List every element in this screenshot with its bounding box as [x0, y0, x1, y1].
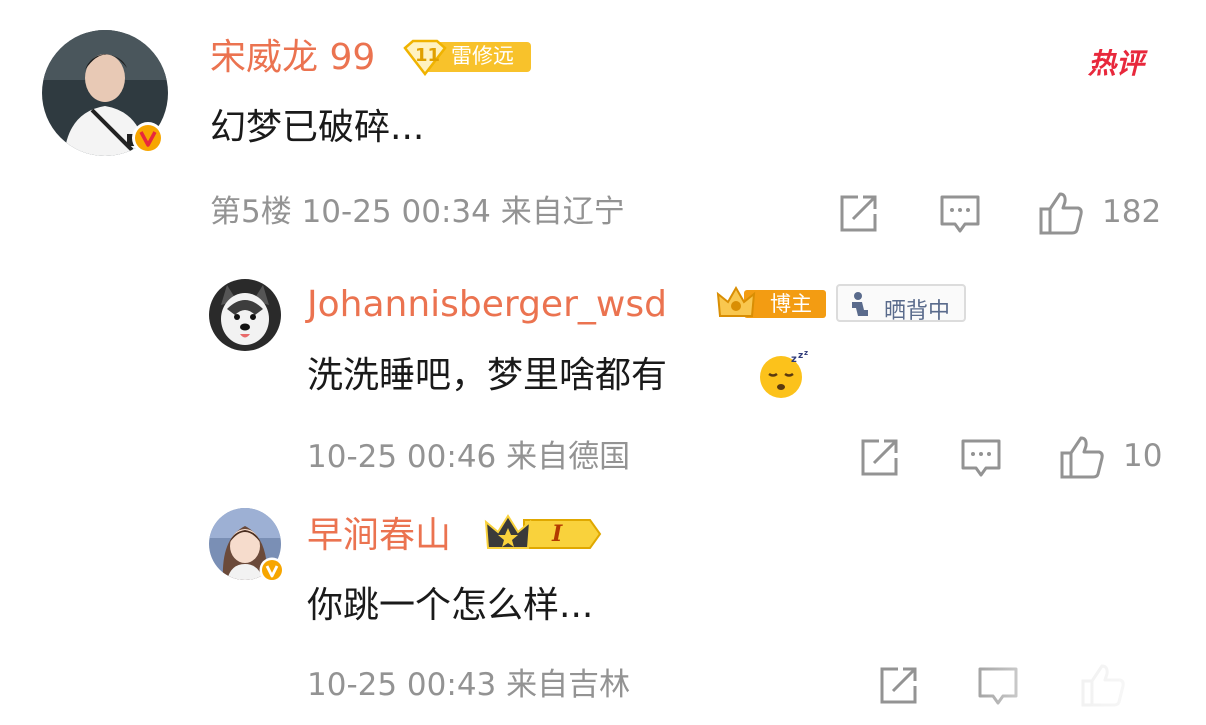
thumbs-up-icon [1039, 192, 1083, 235]
fan-badge-label: 雷修远 [451, 44, 514, 68]
svg-text:z: z [804, 350, 808, 357]
comment-text: 幻梦已破碎... [210, 107, 425, 148]
like-button[interactable]: 182 [1038, 190, 1168, 238]
share-icon[interactable] [857, 436, 901, 480]
like-count: 182 [1102, 194, 1162, 230]
share-icon[interactable] [876, 664, 920, 708]
comment-meta: 第5楼 10-25 00:34 来自辽宁 [210, 194, 625, 230]
username[interactable]: Johannisberger_wsd [307, 287, 667, 323]
thumbs-up-icon [1060, 436, 1104, 479]
blogger-badge-label: 博主 [770, 292, 812, 316]
status-badge-label: 晒背中 [884, 299, 951, 324]
avatar[interactable] [209, 279, 281, 351]
status-badge: 晒背中 [836, 284, 966, 324]
crown-icon [484, 514, 602, 549]
blogger-badge: 博主 [714, 284, 826, 322]
level-badge: 11 雷修远 [403, 38, 531, 77]
verified-badge-icon [259, 557, 285, 583]
username[interactable]: 宋威龙 99 [210, 40, 375, 76]
svg-text:z: z [798, 351, 803, 361]
username[interactable]: 早涧春山 [307, 518, 451, 554]
person-sitting-icon [852, 292, 868, 316]
member-badge: I [484, 514, 602, 554]
share-icon[interactable] [836, 192, 880, 236]
comment-text: 洗洗睡吧，梦里啥都有 [307, 355, 668, 396]
verified-badge-icon [131, 121, 165, 155]
level-number: 11 [415, 45, 441, 66]
comment-meta: 10-25 00:43 来自吉林 [307, 667, 631, 703]
comment-meta: 10-25 00:46 来自德国 [307, 439, 631, 475]
like-button[interactable]: 10 [1059, 434, 1169, 482]
comment-text: 你跳一个怎么样... [307, 585, 594, 626]
comment-icon[interactable] [959, 436, 1003, 480]
hot-comment-tag: 热评 [1088, 47, 1145, 80]
avatar-image [209, 279, 281, 351]
sleeping-emoji-icon: z z z [757, 349, 811, 400]
svg-text:z: z [791, 354, 797, 365]
member-level: I [552, 521, 563, 547]
comment-icon[interactable] [938, 192, 982, 236]
bottom-fade-overlay [960, 650, 1206, 725]
like-count: 10 [1123, 438, 1163, 474]
